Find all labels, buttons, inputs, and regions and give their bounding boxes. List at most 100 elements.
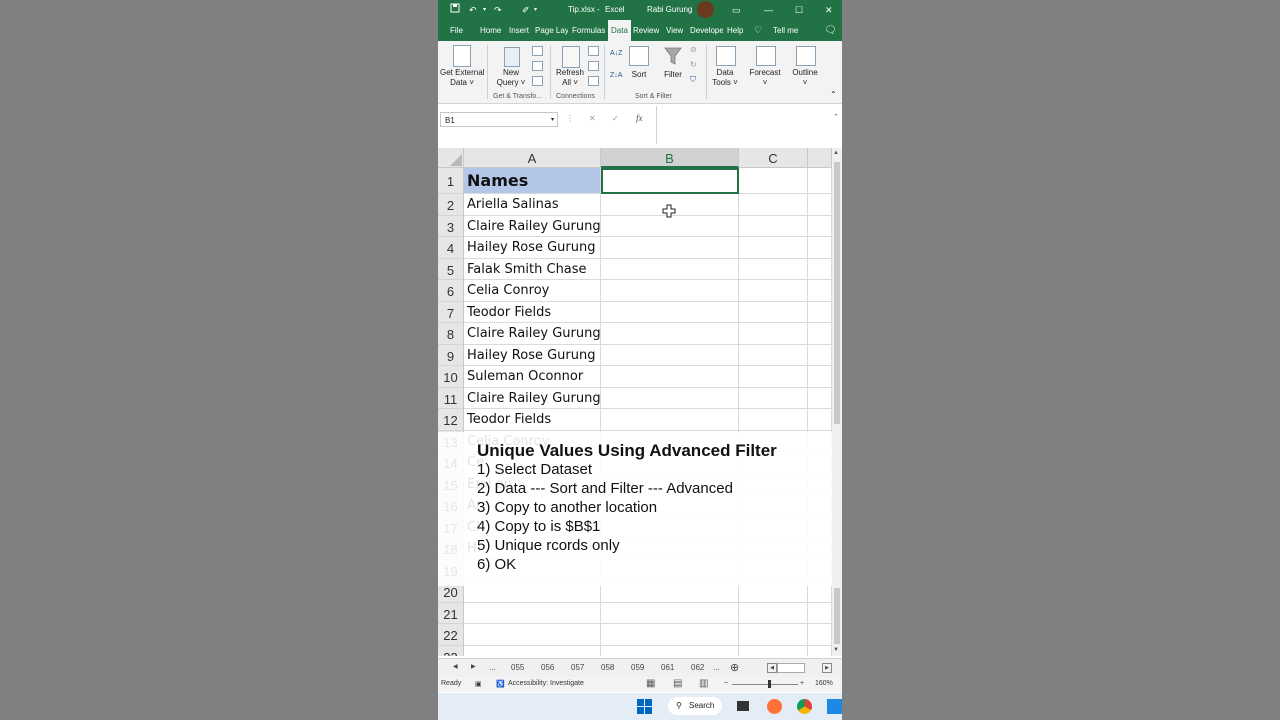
zoom-out-button[interactable]: − <box>724 680 728 687</box>
tab-insert[interactable]: Insert <box>509 20 529 41</box>
cell-b[interactable] <box>601 645 739 656</box>
tab-file[interactable]: File <box>450 20 463 41</box>
row-header[interactable]: 11 <box>438 387 464 409</box>
sheet-tab[interactable]: 057 <box>571 663 584 672</box>
row-header[interactable]: 8 <box>438 323 464 345</box>
cell-d[interactable] <box>808 280 832 302</box>
avatar[interactable] <box>697 1 714 18</box>
cell-b[interactable] <box>601 366 739 388</box>
cell-c[interactable] <box>739 387 808 409</box>
column-header-c[interactable]: C <box>739 148 808 168</box>
cell-d[interactable] <box>808 237 832 259</box>
cell-c[interactable] <box>739 624 808 646</box>
data-tools-button[interactable]: Data Tools ˅ <box>710 68 740 88</box>
cell-d[interactable] <box>808 258 832 280</box>
cell-d[interactable] <box>808 168 832 194</box>
expand-formula-bar-icon[interactable]: ⌃ <box>833 113 839 121</box>
cell-d[interactable] <box>808 624 832 646</box>
horizontal-scrollbar[interactable] <box>777 663 805 673</box>
sort-button[interactable]: Sort <box>626 70 652 80</box>
cell-c[interactable] <box>739 366 808 388</box>
ribbon-display-icon[interactable]: ▭ <box>732 3 741 17</box>
cell-d[interactable] <box>808 215 832 237</box>
hscroll-left-icon[interactable]: ◀ <box>767 663 777 673</box>
sheet-tab-more[interactable]: ... <box>489 663 496 672</box>
zoom-level[interactable]: 160% <box>815 680 833 687</box>
sheet-tab[interactable]: 058 <box>601 663 614 672</box>
name-box-dropdown-icon[interactable]: ▾ <box>551 113 554 128</box>
cell-a[interactable]: Claire Railey Gurung <box>464 215 601 237</box>
row-header[interactable]: 2 <box>438 194 464 216</box>
cell-d[interactable] <box>808 323 832 345</box>
cell-c[interactable] <box>739 215 808 237</box>
page-layout-view-icon[interactable]: ▤ <box>673 678 682 689</box>
save-icon[interactable] <box>450 3 460 17</box>
cell-c[interactable] <box>739 602 808 624</box>
row-header[interactable]: 23 <box>438 645 464 656</box>
cell-a[interactable]: Teodor Fields <box>464 409 601 431</box>
forecast-button[interactable]: Forecast ˅ <box>748 68 782 88</box>
tell-me-search[interactable]: Tell me <box>773 20 798 41</box>
cell-a[interactable] <box>464 624 601 646</box>
accessibility-icon[interactable]: ♿ <box>496 680 505 688</box>
tab-view[interactable]: View <box>666 20 683 41</box>
connections-icon[interactable] <box>588 46 599 56</box>
cell-c[interactable] <box>739 237 808 259</box>
cell-c[interactable] <box>739 409 808 431</box>
cell-c[interactable] <box>739 258 808 280</box>
format-painter-icon[interactable]: ✐ <box>522 3 530 17</box>
comments-icon[interactable]: 🗨 <box>824 20 837 41</box>
redo-icon[interactable]: ↷ <box>494 3 502 17</box>
chrome-icon[interactable] <box>797 699 812 714</box>
row-header[interactable]: 12 <box>438 409 464 431</box>
show-queries-icon[interactable] <box>532 46 543 56</box>
cell-b[interactable] <box>601 323 739 345</box>
taskbar-search[interactable]: ⚲ Search <box>668 697 722 715</box>
cell-d[interactable] <box>808 409 832 431</box>
cell-d[interactable] <box>808 344 832 366</box>
cell-b[interactable] <box>601 258 739 280</box>
cell-d[interactable] <box>808 645 832 656</box>
confirm-entry-icon[interactable]: ✓ <box>612 114 619 123</box>
cell-c[interactable] <box>739 168 808 194</box>
page-break-view-icon[interactable]: ▥ <box>699 678 708 689</box>
sheet-tab[interactable]: 059 <box>631 663 644 672</box>
cell-b[interactable] <box>601 280 739 302</box>
sort-a-z-button[interactable]: A↓Z <box>610 49 622 59</box>
cell-b[interactable] <box>601 301 739 323</box>
outline-button[interactable]: Outline ˅ <box>788 68 822 88</box>
cell-d[interactable] <box>808 194 832 216</box>
properties-icon[interactable] <box>588 61 599 71</box>
column-header-a[interactable]: A <box>464 148 601 168</box>
cell-a[interactable]: Falak Smith Chase <box>464 258 601 280</box>
cell-b[interactable] <box>601 409 739 431</box>
app-icon[interactable] <box>827 699 842 714</box>
tab-data[interactable]: Data <box>608 20 631 41</box>
cell-b[interactable] <box>601 602 739 624</box>
row-header[interactable]: 6 <box>438 280 464 302</box>
name-box[interactable]: B1 ▾ <box>440 112 558 127</box>
select-all-corner[interactable] <box>438 148 464 168</box>
cell-a[interactable]: Teodor Fields <box>464 301 601 323</box>
tab-home[interactable]: Home <box>480 20 501 41</box>
sheet-tab[interactable]: 062 <box>691 663 704 672</box>
row-header[interactable]: 5 <box>438 258 464 280</box>
get-external-data-button[interactable]: Get External Data ˅ <box>440 68 484 88</box>
sheet-tab[interactable]: 061 <box>661 663 674 672</box>
clear-filter-icon[interactable]: ⊘ <box>690 45 697 55</box>
sheet-tab[interactable]: 056 <box>541 663 554 672</box>
tab-help[interactable]: Help <box>727 20 743 41</box>
column-header-b[interactable]: B <box>601 148 739 168</box>
customize-toolbar-icon[interactable]: ▾ <box>534 3 537 17</box>
cell-a[interactable]: Suleman Oconnor <box>464 366 601 388</box>
new-query-button[interactable]: New Query ˅ <box>493 68 529 88</box>
row-header[interactable]: 1 <box>438 168 464 194</box>
cell-d[interactable] <box>808 387 832 409</box>
cell-a[interactable]: Claire Railey Gurung <box>464 323 601 345</box>
advanced-filter-icon[interactable]: ⛉ <box>690 75 696 85</box>
row-header[interactable]: 10 <box>438 366 464 388</box>
cell-a[interactable]: Names <box>464 168 601 194</box>
cell-c[interactable] <box>739 344 808 366</box>
scroll-up-icon[interactable]: ▲ <box>833 150 839 156</box>
edit-links-icon[interactable] <box>588 76 599 86</box>
